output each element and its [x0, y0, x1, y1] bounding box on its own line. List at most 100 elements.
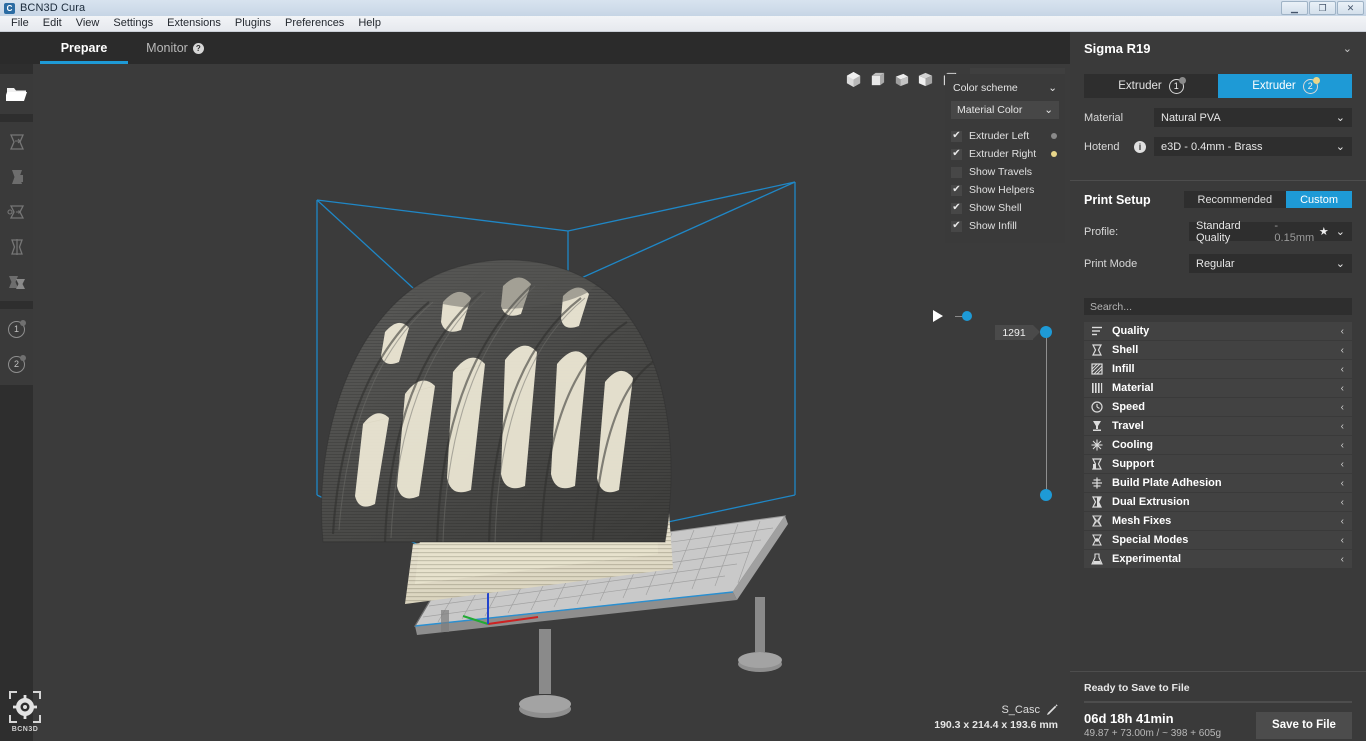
view-left-icon[interactable] [917, 71, 934, 88]
category-material[interactable]: Material ‹ [1084, 379, 1352, 398]
save-to-file-button[interactable]: Save to File [1256, 711, 1352, 739]
layer-slider-track[interactable] [1045, 334, 1048, 496]
option-extruder-right[interactable]: Extruder Right [945, 145, 1065, 163]
settings-search-box[interactable]: Search... [1084, 298, 1352, 315]
color-scheme-header[interactable]: Color scheme ⌄ [945, 80, 1065, 96]
extruder-tab-2[interactable]: Extruder 2 [1218, 74, 1352, 98]
menu-help[interactable]: Help [351, 16, 388, 31]
category-support[interactable]: Support ‹ [1084, 455, 1352, 474]
move-tool-button[interactable] [0, 124, 33, 159]
checkbox-show-infill[interactable] [951, 219, 962, 232]
checkbox-show-shell[interactable] [951, 201, 962, 214]
tab-prepare[interactable]: Prepare [40, 32, 128, 64]
menu-plugins[interactable]: Plugins [228, 16, 278, 31]
extruder-2-button[interactable]: 2 [0, 347, 33, 382]
favorite-star-icon[interactable]: ★ [1319, 225, 1329, 238]
scale-tool-button[interactable] [0, 159, 33, 194]
category-label: Experimental [1112, 553, 1182, 565]
option-show-infill[interactable]: Show Infill [945, 217, 1065, 235]
option-extruder-left[interactable]: Extruder Left [945, 127, 1065, 145]
extruder-tab-1[interactable]: Extruder 1 [1084, 74, 1218, 98]
category-label: Shell [1112, 344, 1139, 356]
menu-extensions[interactable]: Extensions [160, 16, 228, 31]
option-show-travels[interactable]: Show Travels [945, 163, 1065, 181]
printer-name: Sigma R19 [1084, 40, 1151, 56]
view-top-icon[interactable] [893, 71, 910, 88]
chevron-left-icon: ‹ [1340, 401, 1344, 413]
category-shell[interactable]: Shell ‹ [1084, 341, 1352, 360]
checkbox-show-travels[interactable] [951, 166, 962, 178]
option-show-helpers[interactable]: Show Helpers [945, 181, 1065, 199]
profile-select[interactable]: Standard Quality - 0.15mm ★ ⌄ [1189, 220, 1352, 244]
3d-viewport[interactable]: 1 2 BCN3D Color scheme ⌄ Material Color … [0, 64, 1070, 741]
checkbox-show-helpers[interactable] [951, 183, 962, 196]
chevron-down-icon: ⌄ [1335, 112, 1345, 124]
menu-edit[interactable]: Edit [36, 16, 69, 31]
info-icon[interactable]: i [1134, 140, 1146, 153]
printer-header[interactable]: Sigma R19 ⌄ [1070, 32, 1366, 64]
maximize-button[interactable]: ❐ [1309, 1, 1336, 15]
3d-scene[interactable] [33, 64, 1070, 741]
category-label: Special Modes [1112, 534, 1189, 546]
recommended-mode-tab[interactable]: Recommended [1183, 191, 1287, 208]
color-scheme-select[interactable]: Material Color ⌄ [951, 101, 1059, 119]
simulation-speed-handle[interactable] [962, 311, 972, 321]
save-panel: Ready to Save to File 06d 18h 41min 49.8… [1070, 671, 1366, 741]
layer-slider-handle-bottom[interactable] [1040, 489, 1052, 501]
menu-settings[interactable]: Settings [106, 16, 160, 31]
category-cooling[interactable]: Cooling ‹ [1084, 436, 1352, 455]
category-travel[interactable]: Travel ‹ [1084, 417, 1352, 436]
mirror-tool-icon [10, 238, 23, 255]
per-model-settings-icon [8, 275, 25, 289]
category-special-modes[interactable]: Special Modes ‹ [1084, 531, 1352, 550]
play-simulation-button[interactable] [931, 309, 945, 323]
category-infill[interactable]: Infill ‹ [1084, 360, 1352, 379]
rotate-tool-button[interactable] [0, 194, 33, 229]
support-icon [1092, 458, 1102, 470]
estimated-time: 06d 18h 41min [1084, 711, 1174, 726]
extruder-1-button[interactable]: 1 [0, 312, 33, 347]
build-plate-adhesion-icon [1092, 477, 1102, 489]
option-label: Show Helpers [969, 184, 1035, 196]
extruder-tab-group: Extruder 1 Extruder 2 [1084, 74, 1352, 98]
layer-slider-handle-top[interactable] [1040, 326, 1052, 338]
chevron-left-icon: ‹ [1340, 344, 1344, 356]
category-speed[interactable]: Speed ‹ [1084, 398, 1352, 417]
category-mesh-fixes[interactable]: Mesh Fixes ‹ [1084, 512, 1352, 531]
swatch-extruder-left [1051, 133, 1057, 139]
menu-file[interactable]: File [4, 16, 36, 31]
checkbox-extruder-left[interactable] [951, 129, 962, 142]
close-button[interactable]: ✕ [1337, 1, 1364, 15]
print-mode-select[interactable]: Regular ⌄ [1189, 254, 1352, 273]
chevron-down-icon: ⌄ [1044, 104, 1053, 116]
material-row: Material Natural PVA ⌄ [1084, 108, 1352, 127]
material-select[interactable]: Natural PVA ⌄ [1154, 108, 1352, 127]
category-dual-extrusion[interactable]: Dual Extrusion ‹ [1084, 493, 1352, 512]
per-model-settings-button[interactable] [0, 264, 33, 299]
checkbox-extruder-right[interactable] [951, 147, 962, 160]
view-3d-icon[interactable] [845, 71, 862, 88]
category-label: Mesh Fixes [1112, 515, 1172, 527]
layer-number-box[interactable]: 1291 [995, 325, 1040, 340]
pencil-icon[interactable] [1046, 704, 1058, 716]
category-label: Speed [1112, 401, 1146, 413]
monitor-help-icon[interactable]: ? [192, 42, 204, 54]
option-show-shell[interactable]: Show Shell [945, 199, 1065, 217]
hotend-select[interactable]: e3D - 0.4mm - Brass ⌄ [1154, 137, 1352, 156]
tab-monitor[interactable]: Monitor ? [135, 32, 215, 64]
custom-mode-tab[interactable]: Custom [1286, 191, 1352, 208]
chevron-left-icon: ‹ [1340, 515, 1344, 527]
mirror-tool-button[interactable] [0, 229, 33, 264]
menu-preferences[interactable]: Preferences [278, 16, 351, 31]
open-file-icon [5, 88, 27, 101]
view-front-icon[interactable] [869, 71, 886, 88]
profile-label: Profile: [1084, 225, 1119, 238]
search-input-placeholder: Search... [1090, 300, 1133, 313]
category-quality[interactable]: Quality ‹ [1084, 322, 1352, 341]
menu-view[interactable]: View [69, 16, 107, 31]
open-file-button[interactable] [0, 74, 33, 114]
category-build-plate-adhesion[interactable]: Build Plate Adhesion ‹ [1084, 474, 1352, 493]
chevron-left-icon: ‹ [1340, 477, 1344, 489]
minimize-button[interactable]: ▁ [1281, 1, 1308, 15]
category-experimental[interactable]: Experimental ‹ [1084, 550, 1352, 569]
